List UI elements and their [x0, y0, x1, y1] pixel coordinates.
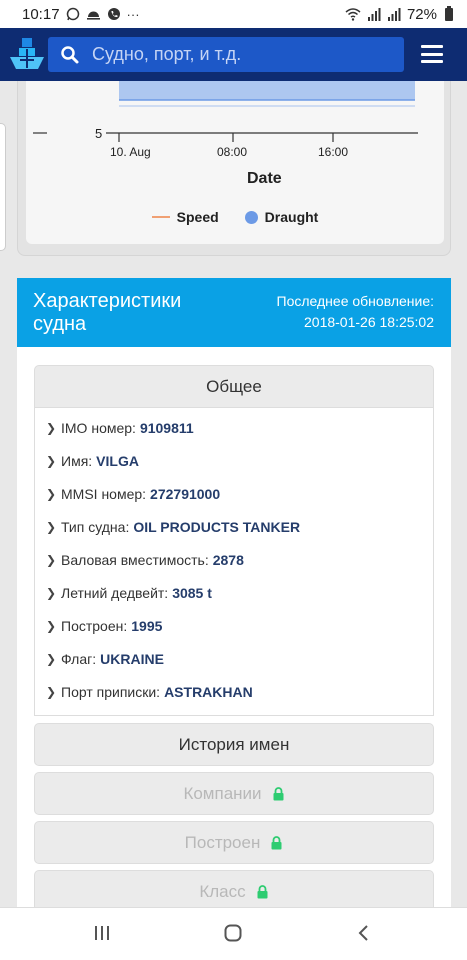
chevron-right-icon: ❯ — [46, 552, 57, 567]
companies-label: Компании — [183, 783, 262, 803]
info-label: Валовая вместимость: — [61, 551, 209, 568]
info-value: OIL PRODUCTS TANKER — [133, 518, 301, 535]
info-value: 1995 — [131, 617, 163, 634]
hamburger-menu-icon[interactable] — [421, 45, 443, 63]
chevron-right-icon: ❯ — [46, 618, 57, 633]
signal-icon — [367, 7, 381, 21]
companies-section: Компании — [34, 772, 434, 815]
chart-legend: Speed Draught — [26, 209, 444, 225]
weather-icon — [86, 11, 100, 20]
companies-button[interactable]: Компании — [34, 772, 434, 815]
signal-icon-2 — [387, 7, 401, 21]
info-value: UKRAINE — [100, 650, 164, 667]
x-tick-label: 16:00 — [318, 145, 348, 159]
draught-area — [119, 81, 415, 100]
name-history-label: История имен — [178, 734, 290, 754]
speed-draught-chart: 5 10. Aug 08:00 16:00 Date — [33, 81, 418, 187]
back-icon[interactable] — [354, 923, 374, 943]
chart-card: 5 10. Aug 08:00 16:00 Date Speed Draught — [17, 81, 451, 256]
x-axis-label: Date — [247, 170, 282, 187]
clock: 10:17 — [22, 5, 60, 23]
battery-percent: 72% — [406, 5, 437, 23]
battery-icon — [445, 5, 453, 21]
info-label: Тип судна: — [61, 518, 130, 535]
info-label: Построен: — [61, 617, 128, 634]
built-button[interactable]: Построен — [34, 821, 434, 864]
info-label: MMSI номер: — [61, 485, 147, 502]
lock-icon — [273, 786, 284, 800]
chevron-right-icon: ❯ — [46, 420, 57, 435]
class-label: Класс — [199, 881, 246, 901]
built-section: Построен — [34, 821, 434, 864]
last-updated-value: 2018-01-26 18:25:02 — [304, 314, 434, 330]
chevron-right-icon: ❯ — [46, 585, 57, 600]
chart-area: 5 10. Aug 08:00 16:00 Date Speed Draught — [26, 81, 444, 244]
android-nav-bar — [0, 907, 467, 960]
general-section: Общее ❯ IMO номер: 9109811 ❯ Имя: VILGA … — [34, 365, 434, 716]
info-label: Имя: — [61, 452, 93, 469]
characteristics-body: Общее ❯ IMO номер: 9109811 ❯ Имя: VILGA … — [17, 347, 451, 913]
info-row-mmsi: ❯ MMSI номер: 272791000 — [35, 477, 433, 510]
info-value: 2878 — [212, 551, 244, 568]
wifi-icon — [345, 7, 361, 21]
legend-speed-label: Speed — [176, 209, 219, 225]
chevron-right-icon: ❯ — [46, 651, 57, 666]
app-header — [0, 28, 467, 81]
search-input[interactable] — [92, 44, 392, 65]
chevron-right-icon: ❯ — [46, 453, 57, 468]
phone-icon — [107, 8, 120, 20]
info-label: Летний дедвейт: — [61, 584, 169, 601]
info-label: Порт приписки: — [61, 683, 161, 700]
general-section-header[interactable]: Общее — [34, 365, 434, 408]
home-icon[interactable] — [223, 923, 243, 943]
name-history-section: История имен — [34, 723, 434, 766]
characteristics-header: Характеристики судна Последнее обновлени… — [17, 278, 451, 347]
chevron-right-icon: ❯ — [46, 519, 57, 534]
search-icon[interactable] — [60, 45, 80, 65]
info-row-name: ❯ Имя: VILGA — [35, 444, 433, 477]
chevron-right-icon: ❯ — [46, 684, 57, 699]
built-label: Построен — [184, 832, 261, 852]
search-bar — [48, 37, 404, 72]
legend-draught-label: Draught — [264, 209, 319, 225]
characteristics-title: Характеристики судна — [33, 290, 182, 335]
info-value: VILGA — [96, 452, 139, 469]
legend-speed-swatch — [151, 216, 170, 218]
info-value: 9109811 — [139, 419, 194, 436]
info-value: ASTRAKHAN — [164, 683, 253, 700]
chevron-right-icon: ❯ — [46, 486, 57, 501]
info-row-type: ❯ Тип судна: OIL PRODUCTS TANKER — [35, 510, 433, 543]
recent-apps-icon[interactable] — [92, 923, 112, 943]
side-drawer-handle[interactable] — [0, 123, 6, 251]
status-bar: 10:17 ··· 72% — [0, 0, 467, 28]
last-updated: Последнее обновление: 2018-01-26 18:25:0… — [277, 291, 434, 333]
lock-icon — [257, 884, 268, 898]
info-row-built: ❯ Построен: 1995 — [35, 609, 433, 642]
info-label: IMO номер: — [61, 419, 136, 436]
info-row-flag: ❯ Флаг: UKRAINE — [35, 642, 433, 675]
general-section-content: ❯ IMO номер: 9109811 ❯ Имя: VILGA ❯ MMSI… — [34, 408, 434, 716]
info-value: 272791000 — [150, 485, 221, 502]
info-row-gross-tonnage: ❯ Валовая вместимость: 2878 — [35, 543, 433, 576]
info-row-home-port: ❯ Порт приписки: ASTRAKHAN — [35, 675, 433, 708]
x-tick-label: 10. Aug — [110, 145, 151, 159]
info-row-deadweight: ❯ Летний дедвейт: 3085 t — [35, 576, 433, 609]
info-label: Флаг: — [61, 650, 97, 667]
x-tick-label: 08:00 — [217, 145, 247, 159]
info-row-imo: ❯ IMO номер: 9109811 — [35, 411, 433, 444]
ship-logo-icon[interactable] — [8, 36, 46, 74]
legend-speed[interactable]: Speed — [151, 209, 219, 225]
info-value: 3085 t — [172, 584, 212, 601]
legend-draught-swatch — [244, 210, 258, 224]
more-icon: ··· — [126, 6, 140, 22]
legend-draught[interactable]: Draught — [244, 209, 319, 225]
last-updated-label: Последнее обновление: — [276, 293, 434, 309]
name-history-button[interactable]: История имен — [34, 723, 434, 766]
lock-icon — [271, 835, 282, 849]
y-tick-label: 5 — [95, 126, 102, 141]
whatsapp-icon — [66, 7, 79, 21]
